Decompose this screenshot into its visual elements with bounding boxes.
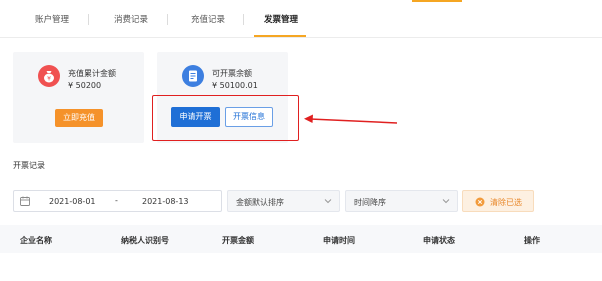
tab-bar: 账户管理 消费记录 充值记录 发票管理 <box>0 0 602 38</box>
column-header-amount: 开票金额 <box>222 236 254 245</box>
recharge-now-button[interactable]: 立即充值 <box>55 109 103 127</box>
recharge-total-card: ¥ 充值累计金额 ¥ 50200 <box>13 52 144 143</box>
active-tab-underline <box>254 35 306 37</box>
date-separator: - <box>115 196 118 205</box>
tab-recharge-records[interactable]: 充值记录 <box>191 13 225 25</box>
clear-selection-button[interactable]: 清除已选 <box>462 190 534 212</box>
end-date-input[interactable]: 2021-08-13 <box>142 197 189 206</box>
chevron-down-icon <box>442 199 450 204</box>
date-range-picker[interactable]: 2021-08-01 - 2021-08-13 <box>13 190 222 212</box>
apply-invoice-button[interactable]: 申请开票 <box>171 107 220 127</box>
card-title: 可开票余额 <box>212 69 252 78</box>
invoice-records-title: 开票记录 <box>13 161 45 170</box>
start-date-input[interactable]: 2021-08-01 <box>49 197 96 206</box>
column-header-company: 企业名称 <box>20 236 52 245</box>
invoice-info-button[interactable]: 开票信息 <box>225 107 273 127</box>
column-header-status: 申请状态 <box>423 236 455 245</box>
invoice-table-header: 企业名称 纳税人识别号 开票金额 申请时间 申请状态 操作 <box>0 225 602 253</box>
card-value: ¥ 50100.01 <box>212 81 258 90</box>
card-title: 充值累计金额 <box>68 69 116 78</box>
tab-divider <box>88 14 89 25</box>
amount-sort-value: 金额默认排序 <box>236 198 284 207</box>
amount-sort-select[interactable]: 金额默认排序 <box>227 190 340 212</box>
time-sort-select[interactable]: 时间降序 <box>345 190 458 212</box>
invoice-icon <box>182 65 204 87</box>
tab-consumption-records[interactable]: 消费记录 <box>114 13 148 25</box>
tab-invoice-management[interactable]: 发票管理 <box>264 13 298 25</box>
close-circle-icon <box>475 197 485 207</box>
tab-divider <box>167 14 168 25</box>
svg-text:¥: ¥ <box>47 75 51 82</box>
column-header-apply-time: 申请时间 <box>323 236 355 245</box>
column-header-tax-id: 纳税人识别号 <box>121 236 169 245</box>
column-header-actions: 操作 <box>524 236 540 245</box>
clear-selection-label: 清除已选 <box>490 198 522 207</box>
card-value: ¥ 50200 <box>68 81 102 90</box>
tab-account-management[interactable]: 账户管理 <box>35 13 69 25</box>
tab-divider <box>243 14 244 25</box>
time-sort-value: 时间降序 <box>354 198 386 207</box>
annotation-arrow-icon <box>304 114 398 124</box>
calendar-icon <box>20 196 30 206</box>
money-bag-icon: ¥ <box>38 65 60 87</box>
chevron-down-icon <box>324 199 332 204</box>
